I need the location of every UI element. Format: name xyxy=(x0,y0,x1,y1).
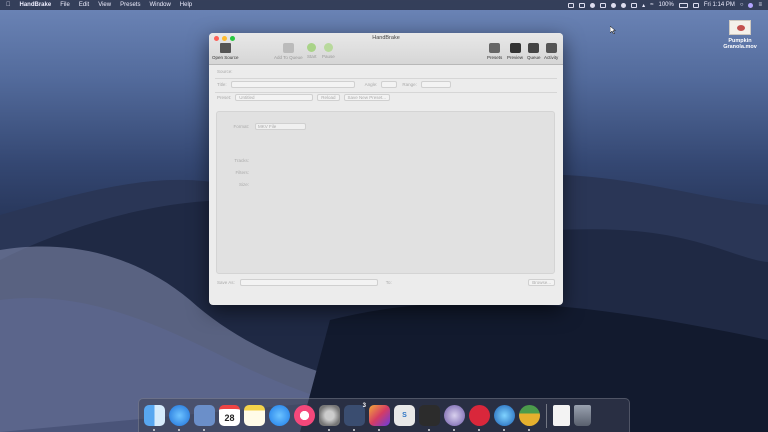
status-icon-6[interactable] xyxy=(621,2,627,8)
notes-icon[interactable] xyxy=(244,405,265,426)
screenflow-icon[interactable]: 3 xyxy=(344,403,366,431)
pause-button[interactable]: Pause xyxy=(322,43,335,59)
divider xyxy=(215,78,557,79)
browse-button[interactable]: Browse... xyxy=(528,279,555,286)
status-icon-2[interactable] xyxy=(579,2,586,8)
range-label: Range: xyxy=(402,82,417,87)
handbrake-dock-icon[interactable] xyxy=(444,405,465,431)
menu-clock[interactable]: Fri 1:14 PM xyxy=(704,2,735,8)
itunes-icon[interactable] xyxy=(294,405,315,426)
presets-button[interactable]: Presets xyxy=(487,43,502,60)
window-title: HandBrake xyxy=(372,35,400,41)
angle-label: Angle: xyxy=(364,82,378,87)
preset-label: Preset: xyxy=(217,95,232,100)
final-cut-pro-icon[interactable] xyxy=(369,405,390,431)
airplay-icon[interactable] xyxy=(631,2,638,8)
sketchup-icon[interactable] xyxy=(419,405,440,431)
mouse-cursor-icon xyxy=(610,26,616,34)
wifi-icon[interactable]: ≈ xyxy=(650,2,653,8)
desktop-file-name-2: Granola.mov xyxy=(723,44,757,50)
queue-button[interactable]: Queue xyxy=(527,43,541,60)
battery-percent: 100% xyxy=(658,2,674,8)
save-as-label: Save As: xyxy=(217,280,235,285)
add-to-queue-icon xyxy=(282,43,294,53)
menu-bar:  HandBrake File Edit View Presets Windo… xyxy=(0,0,768,10)
battery-icon[interactable] xyxy=(678,2,688,8)
menu-app-name[interactable]: HandBrake xyxy=(20,2,52,8)
size-label: Size: xyxy=(238,182,249,187)
quicktime-icon[interactable] xyxy=(494,405,515,431)
activity-icon xyxy=(545,43,557,53)
source-row: Source: xyxy=(217,69,233,74)
notification-center-icon[interactable]: ≡ xyxy=(758,2,762,8)
menu-presets[interactable]: Presets xyxy=(120,2,140,8)
filters-label: Filters: xyxy=(235,170,250,175)
pause-icon xyxy=(323,43,333,52)
badge-count: 3 xyxy=(362,403,366,409)
safari-icon[interactable] xyxy=(169,405,190,431)
add-to-queue-button[interactable]: Add To Queue xyxy=(274,43,303,60)
activity-button[interactable]: Activity xyxy=(544,43,558,60)
document-icon[interactable] xyxy=(553,405,570,426)
format-label: Format: xyxy=(233,124,249,129)
dock: 28 3 S xyxy=(138,398,630,432)
siri-icon[interactable] xyxy=(748,2,754,8)
handbrake-window: HandBrake Open Source Add To Queue Start… xyxy=(209,33,563,305)
tracks-label: Tracks: xyxy=(234,158,249,163)
preview-app-icon[interactable] xyxy=(194,405,215,431)
menu-edit[interactable]: Edit xyxy=(79,2,89,8)
presets-icon xyxy=(489,43,501,53)
status-icon-5[interactable] xyxy=(611,2,617,8)
preview-icon xyxy=(509,43,521,53)
play-icon xyxy=(307,43,317,52)
angle-select[interactable] xyxy=(381,81,398,88)
preset-select[interactable]: Untitled xyxy=(235,94,314,101)
volume-icon[interactable]: ▴ xyxy=(642,2,645,9)
queue-icon xyxy=(528,43,540,53)
title-row: Title: Angle: Range: xyxy=(217,81,451,88)
summary-panel: Format: MKV File Tracks: Filters: Size: xyxy=(216,111,555,274)
preset-row: Preset: Untitled Reload Save New Preset.… xyxy=(217,94,391,101)
menu-file[interactable]: File xyxy=(60,2,70,8)
source-label: Source: xyxy=(217,69,233,74)
menu-help[interactable]: Help xyxy=(180,2,192,8)
scrivener-icon[interactable]: S xyxy=(394,405,415,426)
search-icon[interactable]: ○ xyxy=(740,2,744,8)
format-select[interactable]: MKV File xyxy=(255,123,306,130)
save-as-input[interactable] xyxy=(239,279,378,286)
movie-file-icon xyxy=(729,20,751,35)
app-red-icon[interactable] xyxy=(469,405,490,431)
status-icon-4[interactable] xyxy=(600,2,607,8)
start-button[interactable]: Start xyxy=(307,43,317,59)
calendar-icon[interactable]: 28 xyxy=(219,405,240,426)
status-icon-3[interactable] xyxy=(590,2,596,8)
reload-button[interactable]: Reload xyxy=(317,94,340,101)
status-area: ▴ ≈ 100% Fri 1:14 PM ○ ≡ xyxy=(568,2,762,9)
messages-icon[interactable] xyxy=(269,405,290,426)
desktop-file[interactable]: Pumpkin Granola.mov xyxy=(720,20,760,50)
system-preferences-icon[interactable] xyxy=(319,405,340,431)
save-new-preset-button[interactable]: Save New Preset... xyxy=(343,94,391,101)
title-select[interactable] xyxy=(230,81,355,88)
preview-button[interactable]: Preview xyxy=(507,43,523,60)
status-icon-1[interactable] xyxy=(568,2,575,8)
menu-window[interactable]: Window xyxy=(149,2,170,8)
window-titlebar: HandBrake Open Source Add To Queue Start… xyxy=(209,33,563,65)
flag-icon[interactable] xyxy=(692,2,699,8)
trash-icon[interactable] xyxy=(574,405,591,426)
title-label: Title: xyxy=(217,82,227,87)
dock-separator xyxy=(546,403,547,428)
range-select[interactable] xyxy=(420,81,451,88)
finder-icon[interactable] xyxy=(144,405,165,431)
open-source-icon xyxy=(219,43,231,53)
menu-view[interactable]: View xyxy=(98,2,111,8)
save-row: Save As: To: Browse... xyxy=(217,279,555,286)
divider xyxy=(215,92,557,93)
open-source-button[interactable]: Open Source xyxy=(212,43,239,60)
to-label: To: xyxy=(385,280,392,285)
apple-menu-icon[interactable]:  xyxy=(6,2,11,8)
pineapple-icon[interactable] xyxy=(519,405,540,431)
